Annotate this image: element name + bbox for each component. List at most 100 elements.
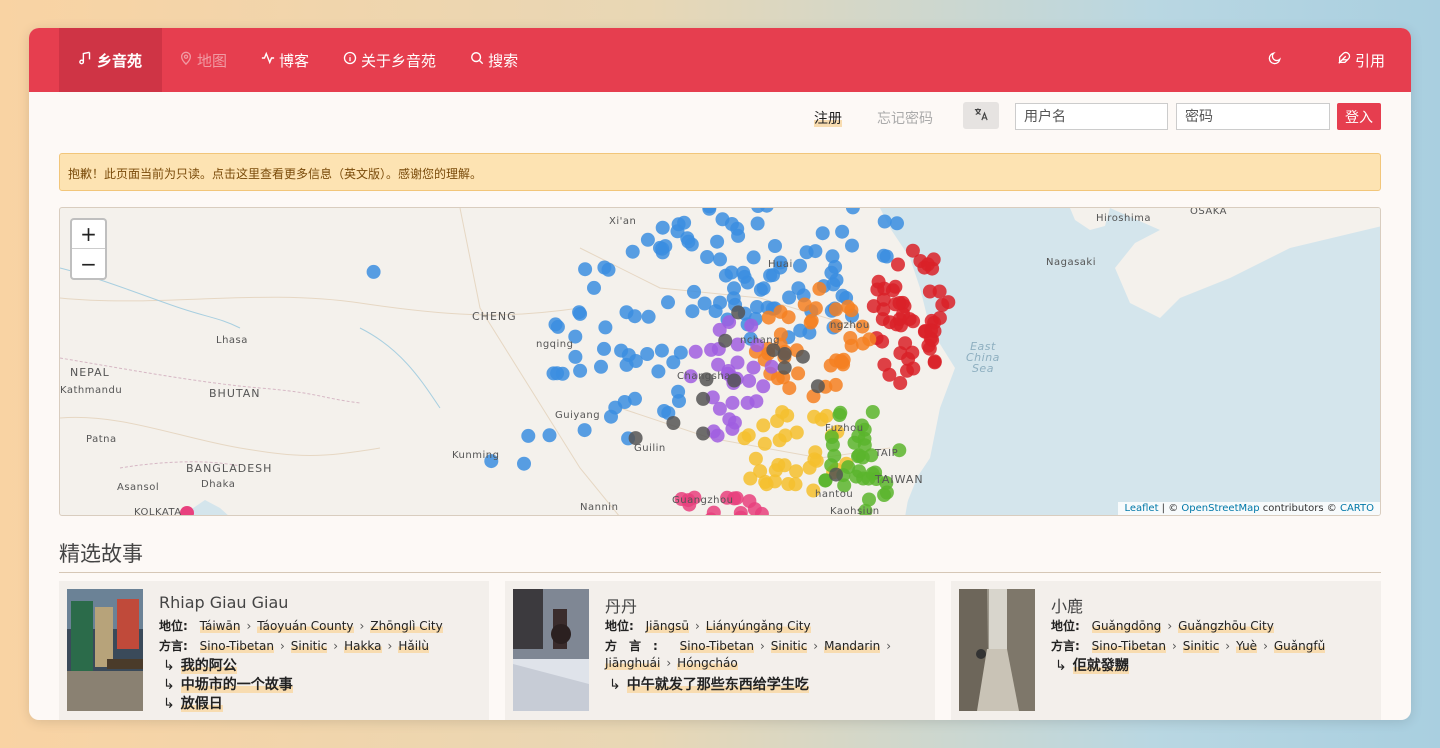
dialect-marker[interactable] [517,456,531,471]
dialect-part[interactable]: Hakka [344,639,382,653]
dialect-marker[interactable] [777,347,792,361]
dialect-part[interactable]: Yuè [1236,639,1258,653]
dialect-marker[interactable] [696,391,711,406]
dialect-marker[interactable] [661,295,675,310]
dialect-marker[interactable] [812,281,827,296]
dialect-marker[interactable] [750,216,765,231]
dialect-part[interactable]: Jiānghuái [605,656,661,670]
dialect-marker[interactable] [906,314,921,329]
dialect-marker[interactable] [741,428,756,443]
dialect-marker[interactable] [791,366,806,381]
dialect-marker[interactable] [722,412,737,427]
dialect-marker[interactable] [366,264,381,279]
dialect-marker[interactable] [568,349,583,364]
dialect-marker[interactable] [829,467,843,482]
dialect-part[interactable]: Sinitic [290,639,328,653]
username-input[interactable] [1015,103,1168,130]
dialect-marker[interactable] [521,428,536,443]
dialect-marker[interactable] [725,395,740,410]
dialect-marker[interactable] [797,297,812,312]
dialect-marker[interactable] [578,262,593,277]
dialect-marker[interactable] [799,245,814,260]
dialect-marker[interactable] [731,305,746,320]
dialect-marker[interactable] [713,252,727,267]
dialect-marker[interactable] [875,312,890,327]
dialect-marker[interactable] [828,259,843,274]
dialect-markers[interactable] [180,208,956,516]
dialect-marker[interactable] [748,451,763,466]
story-link[interactable]: ↳ 放假日 [163,693,223,713]
dialect-marker[interactable] [845,238,859,253]
zoom-out-button[interactable]: − [72,249,105,278]
dialect-part[interactable]: Sino-Tibetan [199,639,274,653]
dialect-marker[interactable] [893,376,908,390]
dialect-marker[interactable] [877,214,892,229]
dialect-marker[interactable] [828,377,843,392]
dialect-marker[interactable] [826,277,841,292]
dialect-marker[interactable] [708,304,723,319]
dialect-marker[interactable] [906,361,921,376]
story-link[interactable]: ↳ 佢就發嬲 [1055,655,1129,675]
dialect-marker[interactable] [614,343,629,358]
dialect-marker[interactable] [845,208,860,215]
dialect-marker[interactable] [757,436,772,451]
dialect-marker[interactable] [706,505,721,516]
dialect-marker[interactable] [832,408,847,422]
dialect-marker[interactable] [666,355,681,370]
nav-blog[interactable]: 博客 [244,28,326,92]
dialect-marker[interactable] [777,360,792,375]
dialect-marker[interactable] [671,384,686,399]
osm-link[interactable]: OpenStreetMap [1181,503,1259,514]
location-part[interactable]: Guǎngzhōu City [1178,619,1274,633]
dialect-marker[interactable] [718,333,733,348]
location-part[interactable]: Liányúngǎng City [705,619,811,633]
dialect-marker[interactable] [687,284,701,299]
dialect-marker[interactable] [941,295,956,310]
dialect-marker[interactable] [782,290,797,305]
translate-button[interactable] [963,102,999,129]
dialect-marker[interactable] [598,320,613,335]
dialect-marker[interactable] [756,418,771,433]
dialect-marker[interactable] [712,401,727,416]
dialect-marker[interactable] [905,243,920,258]
dialect-marker[interactable] [677,215,692,230]
dialect-marker[interactable] [764,359,779,374]
story-link[interactable]: ↳ 中坜市的一个故事 [163,674,293,694]
dialect-marker[interactable] [829,302,843,317]
nav-search[interactable]: 搜索 [453,28,535,92]
dialect-marker[interactable] [918,324,933,338]
dialect-marker[interactable] [804,313,819,328]
dialect-map[interactable]: Xi'an Hiroshima OSAKA Nagasaki CHENG ngq… [59,207,1381,516]
location-part[interactable]: Táiwān [199,619,241,633]
dialect-marker[interactable] [573,363,588,378]
dialect-marker[interactable] [718,268,733,283]
dialect-marker[interactable] [857,438,872,453]
dialect-marker[interactable] [819,408,834,423]
dialect-marker[interactable] [751,208,765,213]
dialect-marker[interactable] [836,352,851,367]
dialect-marker[interactable] [890,216,904,231]
zoom-in-button[interactable]: + [72,220,105,249]
dialect-part[interactable]: Sinitic [1182,639,1220,653]
dialect-marker[interactable] [927,354,942,369]
dialect-marker[interactable] [640,232,655,247]
story-card[interactable]: 丹丹 地位: Jiāngsū › Liányúngǎng City 方 言 : Si… [505,581,935,720]
dialect-marker[interactable] [608,400,623,415]
dialect-marker[interactable] [594,359,608,374]
dialect-marker[interactable] [756,281,771,296]
dialect-marker[interactable] [746,360,761,375]
dialect-marker[interactable] [740,275,755,290]
dialect-marker[interactable] [761,310,776,325]
nav-about[interactable]: 关于乡音苑 [326,28,453,92]
dialect-marker[interactable] [815,226,830,241]
dialect-marker[interactable] [861,471,876,486]
dialect-marker[interactable] [866,299,881,314]
dialect-marker[interactable] [758,474,773,489]
dialect-marker[interactable] [715,212,730,227]
dialect-marker[interactable] [865,405,880,419]
dialect-marker[interactable] [572,305,587,320]
dialect-marker[interactable] [768,239,782,253]
dialect-marker[interactable] [925,261,940,276]
dialect-marker[interactable] [888,279,903,294]
dark-mode-toggle[interactable] [1251,28,1299,92]
